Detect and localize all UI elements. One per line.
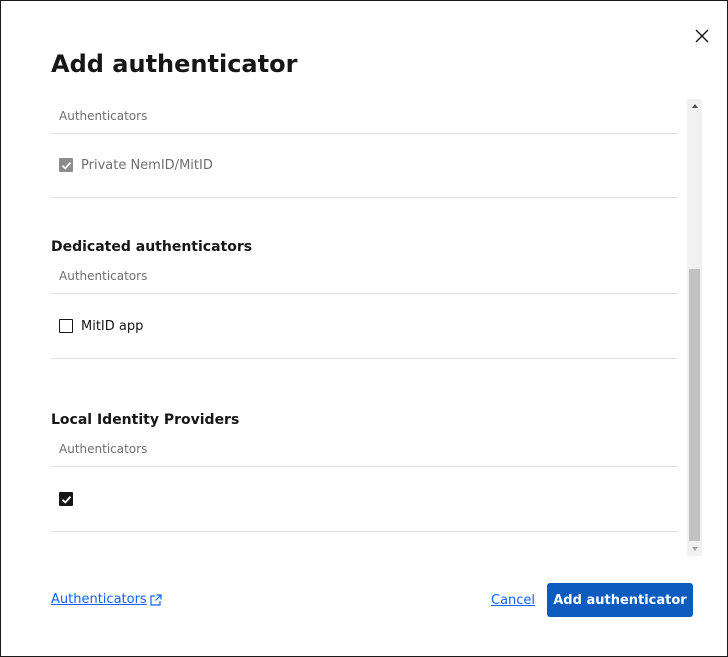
table-row: Private NemID/MitID [51, 133, 678, 198]
row-label[interactable]: MitID app [81, 319, 143, 334]
column-header: Authenticators [51, 259, 678, 294]
docs-link-label[interactable]: Authenticators [51, 591, 147, 609]
vertical-scrollbar[interactable] [687, 99, 702, 556]
section-heading: Dedicated authenticators [51, 239, 253, 255]
triangle-down-icon [691, 547, 698, 551]
column-header-label: Authenticators [59, 442, 148, 456]
external-link-icon [150, 594, 162, 606]
scroll-up-button[interactable] [687, 99, 702, 113]
authenticators-docs-link[interactable]: Authenticators [51, 591, 162, 609]
add-authenticator-button[interactable]: Add authenticator [547, 583, 693, 617]
column-header: Authenticators [51, 99, 678, 134]
checkbox-private-nemid-mitid [59, 158, 73, 172]
dialog-title: Add authenticator [51, 50, 298, 78]
column-header-label: Authenticators [59, 109, 148, 123]
authenticator-list: Authenticators Private NemID/MitID Dedic… [51, 99, 678, 556]
section-heading: Local Identity Providers [51, 412, 240, 428]
row-label: Private NemID/MitID [81, 157, 213, 173]
scroll-down-button[interactable] [687, 542, 702, 556]
column-header-label: Authenticators [59, 269, 148, 283]
close-icon [695, 29, 709, 43]
scrollbar-thumb[interactable] [689, 269, 700, 541]
cancel-button[interactable]: Cancel [491, 592, 535, 610]
triangle-up-icon [691, 104, 698, 108]
add-authenticator-dialog: Add authenticator Authenticators Private… [0, 0, 728, 657]
close-button[interactable] [689, 23, 715, 49]
table-row [51, 467, 678, 532]
column-header: Authenticators [51, 432, 678, 467]
checkbox-local-idp[interactable] [59, 492, 73, 506]
checkbox-mitid-app[interactable] [59, 319, 73, 333]
checkmark-icon [61, 495, 71, 504]
checkmark-icon [61, 161, 71, 170]
table-row: MitID app [51, 294, 678, 359]
